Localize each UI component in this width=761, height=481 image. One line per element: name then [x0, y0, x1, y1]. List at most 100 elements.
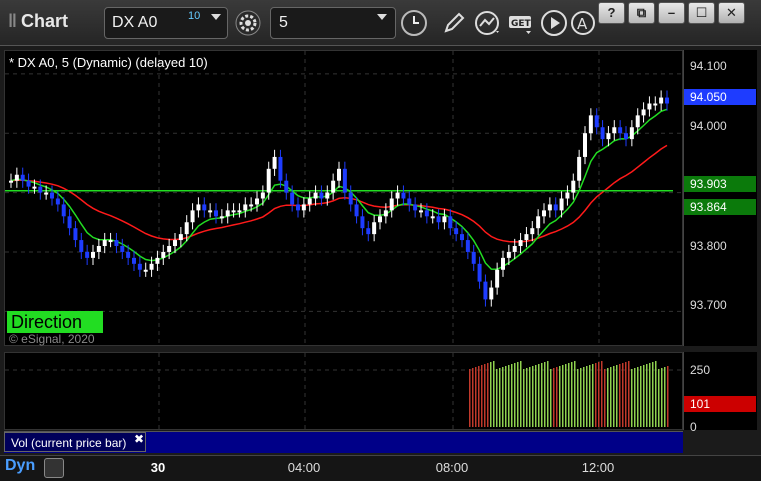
candle-body	[237, 210, 242, 213]
maximize-button[interactable]: ☐	[688, 2, 715, 24]
volume-bar	[481, 365, 483, 427]
watermark: © eSignal, 2020	[9, 332, 95, 346]
dynamic-mode-label[interactable]: Dyn	[5, 457, 35, 475]
candle-body	[477, 263, 482, 282]
volume-bar	[538, 364, 540, 427]
volume-bar	[664, 367, 666, 427]
candle-body	[149, 263, 154, 270]
interval-input[interactable]	[270, 7, 396, 39]
time-label: 12:00	[581, 460, 615, 475]
candle-body	[430, 216, 435, 219]
candle-body	[606, 133, 611, 140]
volume-bar	[469, 369, 471, 427]
candle-body	[354, 204, 359, 217]
volume-bar	[490, 362, 492, 427]
volume-bar	[565, 364, 567, 427]
gear-icon[interactable]	[234, 9, 262, 37]
volume-bar	[523, 369, 525, 427]
volume-bar	[646, 364, 648, 427]
candle-body	[55, 198, 60, 205]
candle-body	[331, 180, 336, 193]
candle-body	[565, 192, 570, 199]
volume-bar	[520, 361, 522, 427]
volume-bar	[484, 364, 486, 427]
candle-body	[126, 251, 131, 258]
candle-body	[184, 222, 189, 235]
time-label: 04:00	[287, 460, 321, 475]
candle-body	[577, 156, 582, 181]
play-icon[interactable]	[540, 9, 568, 37]
app-title: ‖ Chart	[8, 11, 68, 32]
volume-bar	[613, 366, 615, 427]
price-label: 93.800	[690, 239, 727, 253]
close-button[interactable]: ✕	[718, 2, 745, 24]
candle-body	[85, 251, 90, 258]
volume-pane[interactable]	[4, 352, 684, 431]
candle-body	[319, 192, 324, 199]
clock-icon[interactable]	[400, 9, 428, 37]
candle-body	[448, 216, 453, 229]
get-data-icon[interactable]: GET	[507, 9, 535, 37]
candle-body	[225, 210, 230, 217]
candle-body	[542, 210, 546, 217]
candle-body	[624, 133, 628, 140]
candle-body	[383, 210, 388, 217]
candle-body	[20, 174, 25, 181]
candle-body	[190, 210, 195, 223]
alert-icon[interactable]: A	[570, 9, 598, 37]
volume-bar	[559, 366, 561, 427]
pencil-icon[interactable]	[440, 9, 468, 37]
price-chart-pane[interactable]	[4, 50, 684, 347]
candle-body	[501, 257, 505, 270]
volume-bar	[631, 369, 633, 427]
candle-body	[512, 246, 517, 252]
candle-body	[266, 168, 271, 193]
close-study-icon[interactable]: ✖	[134, 432, 144, 446]
volume-bar	[502, 367, 504, 427]
volume-chart	[5, 353, 684, 431]
symbol-dropdown-icon[interactable]	[211, 14, 221, 20]
candle-body	[635, 115, 640, 128]
volume-bar	[529, 367, 531, 427]
candle-body	[641, 109, 646, 116]
candle-body	[471, 251, 476, 264]
volume-bar	[493, 361, 495, 427]
candle-body	[208, 210, 213, 213]
volume-bar	[478, 366, 480, 427]
candle-body	[465, 240, 470, 252]
candle-body	[372, 222, 377, 235]
candle-body	[506, 251, 511, 258]
volume-bar	[589, 365, 591, 427]
volume-bar	[598, 362, 600, 427]
time-axis[interactable]	[0, 455, 761, 481]
candle-body	[313, 192, 318, 199]
study-icon[interactable]	[474, 9, 502, 37]
candle-body	[348, 192, 353, 205]
help-button[interactable]: ?	[598, 2, 625, 24]
volume-bar	[547, 361, 549, 427]
last-price-badge: 94.050	[684, 89, 756, 105]
dynamic-toggle-icon[interactable]	[44, 458, 64, 478]
price-chart	[5, 51, 684, 347]
direction-label: Direction	[7, 311, 103, 333]
volume-bar	[487, 363, 489, 427]
interval-dropdown-icon[interactable]	[377, 14, 387, 20]
candle-body	[219, 216, 224, 219]
svg-text:A: A	[577, 15, 588, 33]
volume-bar	[496, 369, 498, 427]
volume-bar	[634, 368, 636, 427]
drag-grip-icon[interactable]: ‖	[8, 11, 17, 31]
minimize-button[interactable]: –	[658, 2, 685, 24]
time-label: 08:00	[435, 460, 469, 475]
volume-study-label[interactable]: Vol (current price bar)	[4, 432, 146, 452]
candle-body	[395, 192, 400, 199]
candle-body	[143, 269, 148, 272]
svg-text:GET: GET	[511, 19, 532, 29]
candle-body	[61, 204, 66, 217]
price-label: 93.700	[690, 298, 727, 312]
candle-body	[518, 240, 523, 246]
chart-legend: * DX A0, 5 (Dynamic) (delayed 10)	[9, 55, 208, 70]
volume-bar	[601, 361, 603, 427]
restore-button[interactable]: ⧉	[628, 2, 655, 24]
volume-bar	[562, 365, 564, 427]
